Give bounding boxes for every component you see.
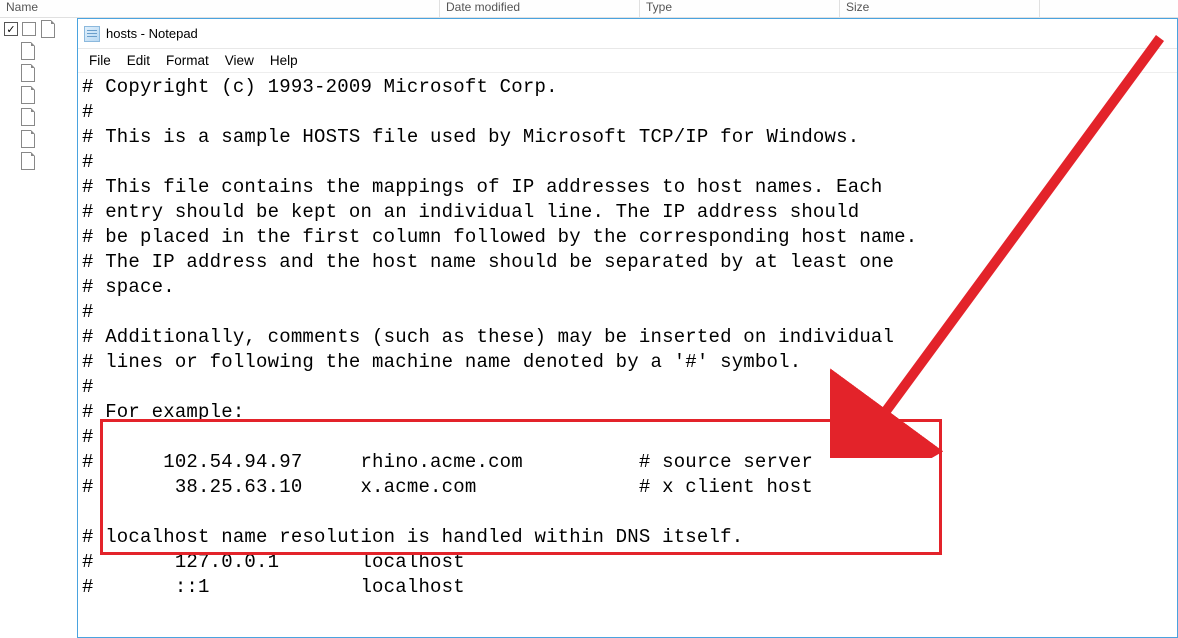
- checkbox-icon[interactable]: [22, 22, 36, 36]
- menu-format[interactable]: Format: [159, 51, 216, 70]
- explorer-column-headers: Name Date modified Type Size: [0, 0, 1178, 18]
- list-item[interactable]: [0, 128, 77, 150]
- column-name[interactable]: Name: [0, 0, 440, 18]
- notepad-window: hosts - Notepad File Edit Format View He…: [77, 18, 1178, 638]
- window-title: hosts - Notepad: [106, 26, 198, 41]
- menu-edit[interactable]: Edit: [120, 51, 157, 70]
- column-type[interactable]: Type: [640, 0, 840, 18]
- file-icon: [20, 151, 36, 171]
- list-item[interactable]: [0, 150, 77, 172]
- file-icon: [20, 41, 36, 61]
- titlebar[interactable]: hosts - Notepad: [78, 19, 1177, 49]
- file-icon: [20, 85, 36, 105]
- list-item[interactable]: [0, 40, 77, 62]
- file-icon: [20, 129, 36, 149]
- explorer-file-list: ✓: [0, 18, 77, 638]
- menu-file[interactable]: File: [82, 51, 118, 70]
- text-editor-area[interactable]: # Copyright (c) 1993-2009 Microsoft Corp…: [78, 73, 1177, 637]
- list-item[interactable]: [0, 106, 77, 128]
- checkbox-icon[interactable]: ✓: [4, 22, 18, 36]
- file-icon: [40, 19, 56, 39]
- menubar: File Edit Format View Help: [78, 49, 1177, 73]
- list-item[interactable]: [0, 62, 77, 84]
- menu-view[interactable]: View: [218, 51, 261, 70]
- column-size[interactable]: Size: [840, 0, 1040, 18]
- list-item[interactable]: [0, 84, 77, 106]
- column-date[interactable]: Date modified: [440, 0, 640, 18]
- menu-help[interactable]: Help: [263, 51, 305, 70]
- file-icon: [20, 107, 36, 127]
- file-icon: [20, 63, 36, 83]
- list-item[interactable]: ✓: [0, 18, 77, 40]
- notepad-icon: [84, 26, 100, 42]
